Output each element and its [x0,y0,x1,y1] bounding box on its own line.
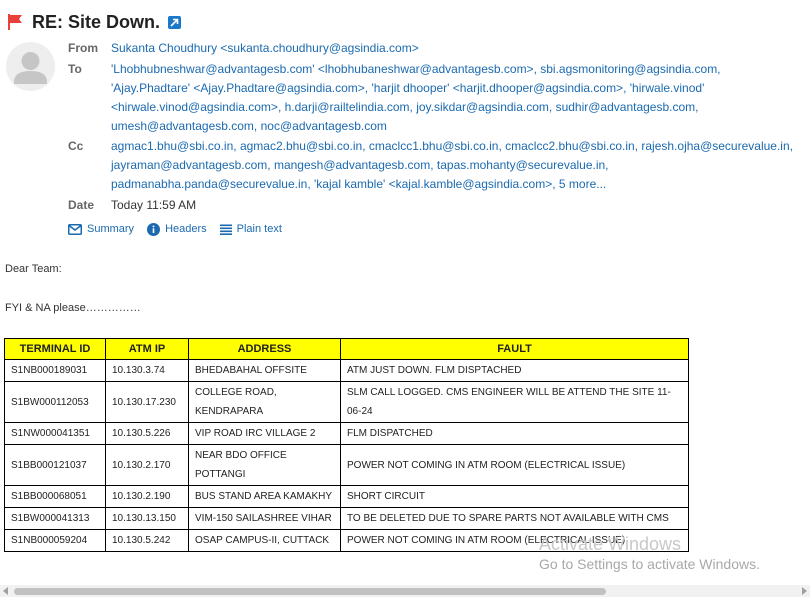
terminal-id-cell: S1BW000112053 [4,381,106,423]
table-row: S1NW000041351 10.130.5.226 VIP ROAD IRC … [4,422,689,445]
sender-avatar [6,42,55,91]
address-cell: VIM-150 SAILASHREE VIHAR [188,507,341,530]
headers-label: Headers [165,223,207,235]
cc-recipient[interactable]: tapas.mohanty@securevalue.in, [437,158,609,172]
activate-windows-hint: Go to Settings to activate Windows. [539,556,760,572]
table-row: S1BW000112053 10.130.17.230 COLLEGE ROAD… [4,381,689,423]
from-label: From [68,41,98,55]
cc-recipient[interactable]: padmanabha.panda@securevalue.in, [111,177,311,191]
site-fault-table: TERMINAL ID ATM IP ADDRESS FAULT S1NB000… [4,338,689,552]
recipient[interactable]: 'harjit dhooper' <harjit.dhooper@agsindi… [371,81,626,95]
col-terminal-id: TERMINAL ID [4,338,106,360]
terminal-id-cell: S1NB000189031 [4,359,106,382]
col-address: ADDRESS [188,338,341,360]
headers-view-button[interactable]: Headers [147,221,207,237]
plain-text-view-button[interactable]: Plain text [219,221,282,237]
cc-recipient[interactable]: jayraman@advantagesb.com, [111,158,271,172]
address-cell: OSAP CAMPUS-II, CUTTACK [188,529,341,552]
address-cell: BUS STAND AREA KAMAKHY [188,485,341,508]
atm-ip-cell: 10.130.2.170 [105,444,189,486]
table-row: S1BW000041313 10.130.13.150 VIM-150 SAIL… [4,507,689,530]
recipient[interactable]: 'Lhobhubneshwar@advantagesb.com' <lhobhu… [111,62,537,76]
atm-ip-cell: 10.130.5.242 [105,529,189,552]
greeting: Dear Team: [5,263,62,275]
atm-ip-cell: 10.130.17.230 [105,381,189,423]
cc-recipient[interactable]: agmac1.bhu@sbi.co.in, [111,139,237,153]
terminal-id-cell: S1BB000121037 [4,444,106,486]
scrollbar-thumb[interactable] [14,588,606,595]
col-fault: FAULT [340,338,689,360]
cc-label: Cc [68,139,84,153]
activate-windows-title: Activate Windows [539,534,682,554]
info-icon [147,222,161,236]
recipient[interactable]: sudhir@advantagesb.com, [556,100,699,114]
cc-recipient[interactable]: rajesh.ojha@securevalue.in, [641,139,793,153]
flag-icon[interactable] [6,13,24,31]
atm-ip-cell: 10.130.13.150 [105,507,189,530]
recipient[interactable]: noc@advantagesb.com [261,119,387,133]
scroll-right-arrow-icon[interactable] [802,587,807,595]
cc-recipients: agmac1.bhu@sbi.co.in, agmac2.bhu@sbi.co.… [111,137,801,194]
address-cell: BHEDABAHAL OFFSITE [188,359,341,382]
body-note: FYI & NA please…………… [5,302,141,314]
table-header-row: TERMINAL ID ATM IP ADDRESS FAULT [4,338,689,360]
atm-ip-cell: 10.130.3.74 [105,359,189,382]
recipient[interactable]: h.darji@railtelindia.com, [285,100,413,114]
table-row: S1NB000189031 10.130.3.74 BHEDABAHAL OFF… [4,359,689,382]
address-cell: VIP ROAD IRC VILLAGE 2 [188,422,341,445]
recipient[interactable]: 'Ajay.Phadtare' <Ajay.Phadtare@agsindia.… [111,81,368,95]
table-row: S1BB000068051 10.130.2.190 BUS STAND ARE… [4,485,689,508]
to-label: To [68,62,82,76]
plain-text-label: Plain text [236,223,282,235]
fault-cell: FLM DISPATCHED [340,422,689,445]
table-row: S1BB000121037 10.130.2.170 NEAR BDO OFFI… [4,444,689,486]
cc-more-link[interactable]: 5 more... [559,177,606,191]
avatar-person-icon [14,52,47,84]
envelope-icon [68,223,82,235]
popout-icon[interactable] [168,15,182,29]
recipient[interactable]: umesh@advantagesb.com, [111,119,257,133]
date-label: Date [68,198,95,212]
fault-cell: TO BE DELETED DUE TO SPARE PARTS NOT AVA… [340,507,689,530]
recipient[interactable]: sbi.agsmonitoring@agsindia.com, [540,62,720,76]
list-icon [219,224,232,235]
terminal-id-cell: S1BW000041313 [4,507,106,530]
cc-recipient[interactable]: cmaclcc1.bhu@sbi.co.in, [369,139,502,153]
cc-recipient[interactable]: agmac2.bhu@sbi.co.in, [240,139,366,153]
terminal-id-cell: S1BB000068051 [4,485,106,508]
to-recipients: 'Lhobhubneshwar@advantagesb.com' <lhobhu… [111,60,801,136]
cc-recipient[interactable]: 'kajal kamble' <kajal.kamble@agsindia.co… [314,177,556,191]
fault-cell: SLM CALL LOGGED. CMS ENGINEER WILL BE AT… [340,381,689,423]
cc-recipient[interactable]: cmaclcc2.bhu@sbi.co.in, [505,139,638,153]
scroll-left-arrow-icon[interactable] [3,587,8,595]
address-cell: NEAR BDO OFFICE POTTANGI [188,444,341,486]
address-cell: COLLEGE ROAD, KENDRAPARA [188,381,341,423]
terminal-id-cell: S1NW000041351 [4,422,106,445]
horizontal-scrollbar[interactable] [0,585,810,597]
recipient[interactable]: joy.sikdar@agsindia.com, [416,100,552,114]
atm-ip-cell: 10.130.2.190 [105,485,189,508]
terminal-id-cell: S1NB000059204 [4,529,106,552]
header-view-switcher: Summary Headers Plain text [68,221,295,237]
subject-row: RE: Site Down. [6,10,182,34]
summary-label: Summary [87,223,135,235]
message-subject: RE: Site Down. [32,11,161,32]
col-atm-ip: ATM IP [105,338,189,360]
summary-view-button[interactable]: Summary [68,221,134,237]
atm-ip-cell: 10.130.5.226 [105,422,189,445]
cc-recipient[interactable]: mangesh@advantagesb.com, [274,158,434,172]
fault-cell: SHORT CIRCUIT [340,485,689,508]
fault-cell: POWER NOT COMING IN ATM ROOM (ELECTRICAL… [340,444,689,486]
fault-cell: ATM JUST DOWN. FLM DISPTACHED [340,359,689,382]
message-date: Today 11:59 AM [111,198,197,212]
from-address[interactable]: Sukanta Choudhury <sukanta.choudhury@ags… [111,39,801,58]
